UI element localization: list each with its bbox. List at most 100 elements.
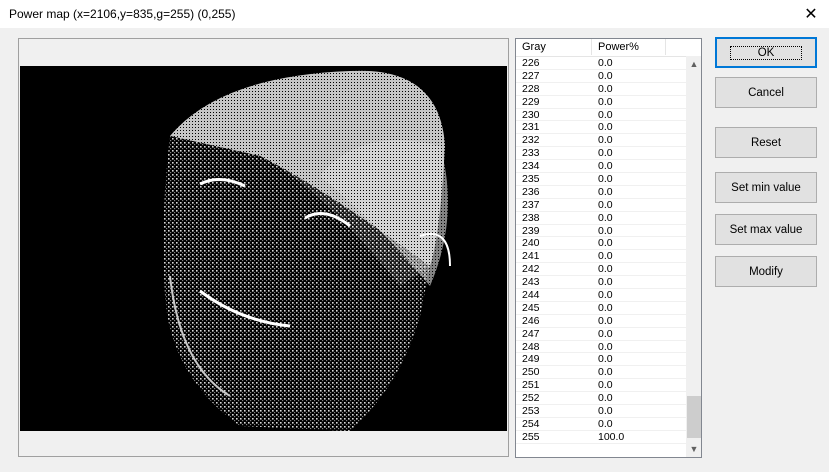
scroll-up-arrow-icon[interactable]: ▲ <box>686 56 701 72</box>
power-value: 0.0 <box>598 224 613 237</box>
power-value: 0.0 <box>598 392 613 405</box>
power-value: 0.0 <box>598 405 613 418</box>
set-min-value-button[interactable]: Set min value <box>715 172 817 203</box>
list-row[interactable]: 241 0.0 <box>516 250 686 264</box>
power-value: 0.0 <box>598 301 613 314</box>
modify-button[interactable]: Modify <box>715 256 817 287</box>
ok-button[interactable]: OK <box>715 37 817 68</box>
list-row[interactable]: 249 0.0 <box>516 353 686 367</box>
list-row[interactable]: 250 0.0 <box>516 366 686 380</box>
list-row[interactable]: 240 0.0 <box>516 237 686 251</box>
power-value: 100.0 <box>598 430 625 443</box>
cancel-button[interactable]: Cancel <box>715 77 817 108</box>
gray-value: 244 <box>522 289 540 302</box>
list-row[interactable]: 251 0.0 <box>516 379 686 393</box>
list-row[interactable]: 244 0.0 <box>516 289 686 302</box>
gray-value: 247 <box>522 327 540 340</box>
gray-value: 248 <box>522 340 540 353</box>
list-row[interactable]: 245 0.0 <box>516 302 686 315</box>
power-value: 0.0 <box>598 57 613 69</box>
list-row[interactable]: 230 0.0 <box>516 109 686 122</box>
list-row[interactable]: 254 0.0 <box>516 418 686 431</box>
list-row[interactable]: 238 0.0 <box>516 212 686 225</box>
list-row[interactable]: 239 0.0 <box>516 225 686 238</box>
gray-value: 250 <box>522 366 540 379</box>
power-value: 0.0 <box>598 314 613 327</box>
list-row[interactable]: 231 0.0 <box>516 121 686 135</box>
power-value: 0.0 <box>598 121 613 134</box>
power-value: 0.0 <box>598 289 613 302</box>
column-header-gray[interactable]: Gray <box>516 39 592 55</box>
power-value: 0.0 <box>598 340 613 353</box>
gray-value: 238 <box>522 211 540 224</box>
power-value: 0.0 <box>598 237 613 250</box>
list-row[interactable]: 227 0.0 <box>516 70 686 83</box>
gray-value: 230 <box>522 108 540 121</box>
gray-value: 242 <box>522 263 540 276</box>
list-row[interactable]: 253 0.0 <box>516 405 686 418</box>
list-row[interactable]: 234 0.0 <box>516 160 686 174</box>
gray-value: 231 <box>522 121 540 134</box>
gray-value: 240 <box>522 237 540 250</box>
power-value: 0.0 <box>598 108 613 121</box>
reset-button[interactable]: Reset <box>715 127 817 158</box>
gray-value: 252 <box>522 392 540 405</box>
gray-value: 226 <box>522 57 540 69</box>
gray-value: 232 <box>522 134 540 147</box>
gray-value: 228 <box>522 82 540 95</box>
power-value: 0.0 <box>598 366 613 379</box>
gray-value: 245 <box>522 301 540 314</box>
list-row[interactable]: 235 0.0 <box>516 173 686 186</box>
list-row[interactable]: 247 0.0 <box>516 328 686 341</box>
set-max-value-button[interactable]: Set max value <box>715 214 817 245</box>
gray-value: 249 <box>522 353 540 366</box>
gray-value: 237 <box>522 198 540 211</box>
power-value: 0.0 <box>598 160 613 173</box>
list-row[interactable]: 246 0.0 <box>516 315 686 328</box>
power-value: 0.0 <box>598 95 613 108</box>
gray-value: 239 <box>522 224 540 237</box>
list-row[interactable]: 248 0.0 <box>516 341 686 354</box>
gray-value: 253 <box>522 405 540 418</box>
gray-value: 243 <box>522 276 540 289</box>
close-icon[interactable]: ✕ <box>793 0 829 28</box>
gray-value: 251 <box>522 379 540 392</box>
power-value: 0.0 <box>598 198 613 211</box>
list-row[interactable]: 232 0.0 <box>516 134 686 148</box>
list-row[interactable]: 252 0.0 <box>516 392 686 406</box>
vertical-scrollbar[interactable]: ▲ ▼ <box>686 56 701 457</box>
power-value: 0.0 <box>598 185 613 198</box>
scroll-down-arrow-icon[interactable]: ▼ <box>686 441 701 457</box>
gray-value: 227 <box>522 69 540 82</box>
power-value: 0.0 <box>598 134 613 147</box>
list-row[interactable]: 242 0.0 <box>516 263 686 277</box>
power-value: 0.0 <box>598 173 613 186</box>
power-value: 0.0 <box>598 69 613 82</box>
power-value: 0.0 <box>598 147 613 160</box>
power-map-image <box>20 66 507 431</box>
power-value: 0.0 <box>598 276 613 289</box>
power-value: 0.0 <box>598 353 613 366</box>
power-map-bitmap <box>20 66 507 431</box>
list-row[interactable]: 229 0.0 <box>516 96 686 109</box>
gray-value: 254 <box>522 417 540 430</box>
list-header: Gray Power% <box>516 39 701 57</box>
gray-value: 236 <box>522 185 540 198</box>
column-header-power[interactable]: Power% <box>592 39 666 55</box>
list-row[interactable]: 255 100.0 <box>516 431 686 444</box>
scroll-thumb[interactable] <box>687 396 701 438</box>
window-title: Power map (x=2106,y=835,g=255) (0,255) <box>9 7 236 21</box>
list-row[interactable]: 233 0.0 <box>516 147 686 161</box>
list-row[interactable]: 243 0.0 <box>516 276 686 290</box>
gray-value: 246 <box>522 314 540 327</box>
gray-power-list[interactable]: Gray Power% 226 0.0 227 0.0 228 0.0 229 0.0 230 0… <box>515 38 702 458</box>
list-row[interactable]: 237 0.0 <box>516 199 686 212</box>
list-row[interactable]: 226 0.0 <box>516 57 686 70</box>
gray-value: 229 <box>522 95 540 108</box>
list-row[interactable]: 236 0.0 <box>516 186 686 199</box>
list-rows: 226 0.0 227 0.0 228 0.0 229 0.0 230 0.0 231 0.0 232 0… <box>516 57 686 444</box>
gray-value: 241 <box>522 250 540 263</box>
power-value: 0.0 <box>598 327 613 340</box>
list-row[interactable]: 228 0.0 <box>516 83 686 96</box>
power-value: 0.0 <box>598 417 613 430</box>
